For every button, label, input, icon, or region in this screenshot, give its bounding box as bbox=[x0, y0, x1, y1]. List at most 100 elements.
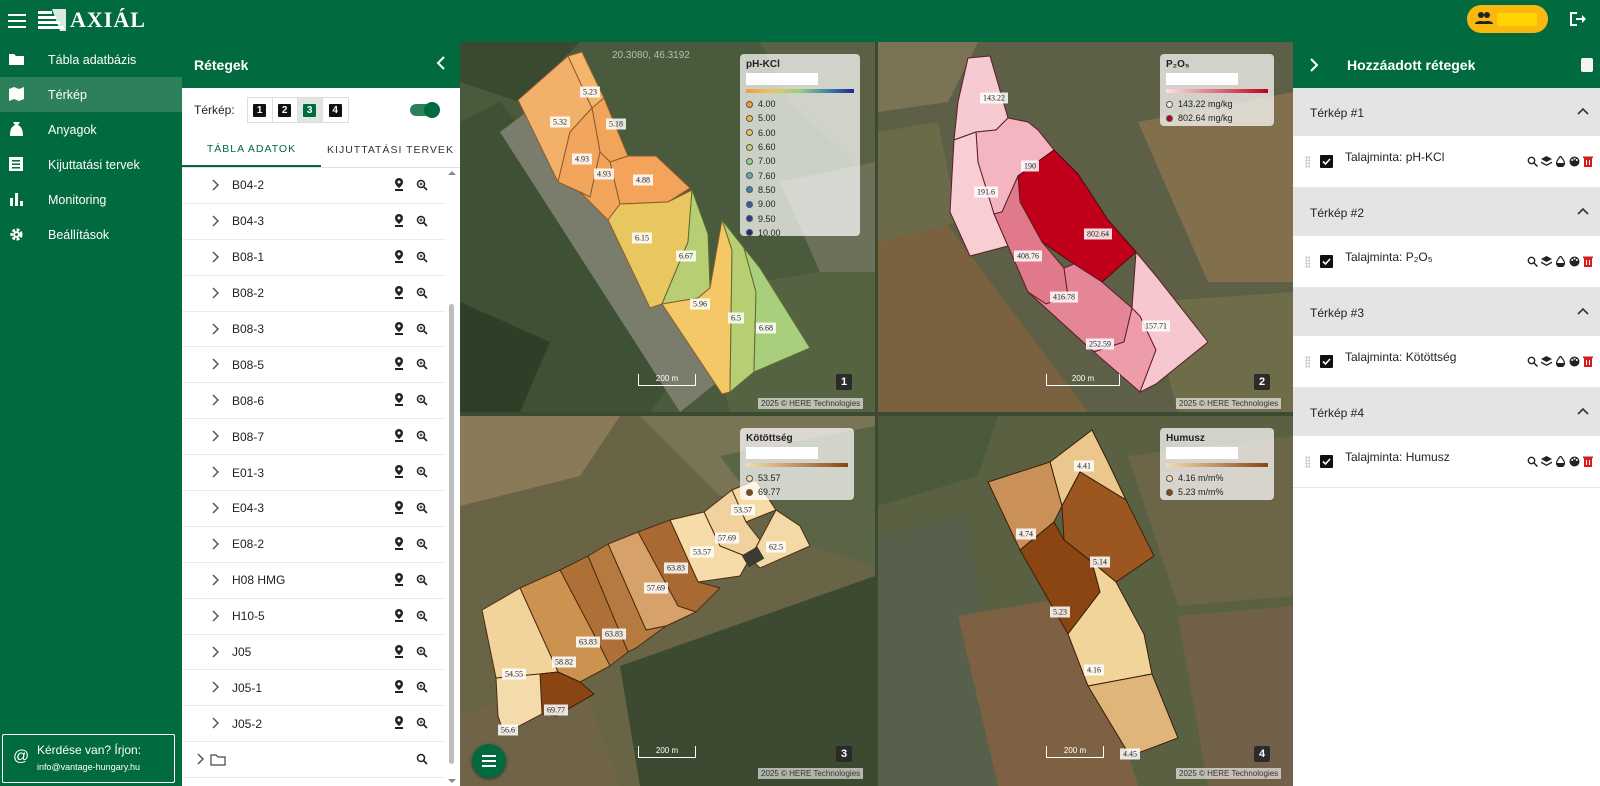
chevron-right-icon[interactable] bbox=[211, 430, 219, 442]
zoom-icon[interactable] bbox=[416, 610, 428, 622]
chevron-right-icon[interactable] bbox=[211, 287, 219, 299]
chevron-right-icon[interactable] bbox=[196, 753, 204, 765]
scrollbar-thumb[interactable] bbox=[449, 304, 454, 764]
palette-icon[interactable] bbox=[1569, 456, 1580, 467]
chevron-left-icon[interactable] bbox=[436, 56, 446, 70]
map-panel-1[interactable]: 20.3080, 46.3192 pH-KCl 4.00 5.00 6.00 6.60… bbox=[460, 42, 875, 412]
chevron-right-icon[interactable] bbox=[211, 179, 219, 191]
location-pin-icon[interactable] bbox=[394, 249, 404, 263]
clear-all-icon[interactable] bbox=[1581, 58, 1593, 72]
plot-row[interactable]: E04-3 bbox=[182, 491, 446, 527]
zoom-icon[interactable] bbox=[1527, 456, 1539, 468]
logout-icon[interactable] bbox=[1568, 10, 1586, 28]
delete-icon[interactable] bbox=[1583, 256, 1594, 267]
sync-toggle[interactable] bbox=[410, 102, 440, 118]
delete-icon[interactable] bbox=[1583, 356, 1594, 367]
palette-icon[interactable] bbox=[1569, 156, 1580, 167]
map-button-1[interactable]: 1 bbox=[248, 98, 273, 122]
location-pin-icon[interactable] bbox=[394, 680, 404, 694]
map-button-2[interactable]: 2 bbox=[273, 98, 298, 122]
palette-icon[interactable] bbox=[1569, 356, 1580, 367]
nav-item-settings[interactable]: Beállítások bbox=[0, 217, 182, 252]
location-pin-icon[interactable] bbox=[394, 572, 404, 586]
map-menu-button[interactable] bbox=[472, 744, 506, 778]
drag-handle-icon[interactable] bbox=[1305, 156, 1310, 168]
delete-icon[interactable] bbox=[1583, 156, 1594, 167]
layers-icon[interactable] bbox=[1541, 256, 1552, 267]
map-panel-3[interactable]: Kötöttség 53.57 69.77 200 m 3 2025 © HERE… bbox=[460, 416, 875, 786]
drag-handle-icon[interactable] bbox=[1305, 356, 1310, 368]
zoom-icon[interactable] bbox=[416, 502, 428, 514]
chevron-right-icon[interactable] bbox=[211, 538, 219, 550]
plot-row[interactable]: B04-3 bbox=[182, 204, 446, 240]
chevron-right-icon[interactable] bbox=[1309, 58, 1319, 72]
plot-row[interactable]: B08-6 bbox=[182, 383, 446, 420]
chevron-right-icon[interactable] bbox=[211, 251, 219, 263]
chevron-right-icon[interactable] bbox=[211, 323, 219, 335]
map-section-header[interactable]: Térkép #2 bbox=[1293, 188, 1600, 236]
tab-application-plans[interactable]: Kijuttatási tervek bbox=[321, 132, 460, 167]
map-section-header[interactable]: Térkép #4 bbox=[1293, 388, 1600, 436]
layer-checkbox[interactable] bbox=[1320, 455, 1333, 468]
plot-row[interactable]: B08-7 bbox=[182, 419, 446, 456]
location-pin-icon[interactable] bbox=[394, 644, 404, 658]
location-pin-icon[interactable] bbox=[394, 501, 404, 515]
location-pin-icon[interactable] bbox=[394, 357, 404, 371]
chevron-right-icon[interactable] bbox=[211, 394, 219, 406]
zoom-icon[interactable] bbox=[416, 287, 428, 299]
chevron-up-icon[interactable] bbox=[1577, 407, 1589, 415]
zoom-icon[interactable] bbox=[416, 215, 428, 227]
location-pin-icon[interactable] bbox=[394, 608, 404, 622]
drag-handle-icon[interactable] bbox=[1305, 256, 1310, 268]
map-panel-2[interactable]: P₂O₅ 143.22 mg/kg 802.64 mg/kg 200 m 2 20… bbox=[878, 42, 1293, 412]
opacity-drop-icon[interactable] bbox=[1555, 455, 1566, 468]
chevron-right-icon[interactable] bbox=[211, 610, 219, 622]
chevron-right-icon[interactable] bbox=[211, 502, 219, 514]
chevron-up-icon[interactable] bbox=[1577, 107, 1589, 115]
location-pin-icon[interactable] bbox=[394, 321, 404, 335]
zoom-icon[interactable] bbox=[416, 179, 428, 191]
plot-row[interactable]: E01-3 bbox=[182, 455, 446, 492]
location-pin-icon[interactable] bbox=[394, 465, 404, 479]
scroll-up-icon[interactable] bbox=[447, 170, 457, 176]
location-pin-icon[interactable] bbox=[394, 536, 404, 550]
zoom-icon[interactable] bbox=[416, 358, 428, 371]
plot-row[interactable]: B04-2 bbox=[182, 168, 446, 204]
map-section-header[interactable]: Térkép #1 bbox=[1293, 88, 1600, 136]
location-pin-icon[interactable] bbox=[394, 716, 404, 730]
zoom-icon[interactable] bbox=[416, 753, 428, 765]
plot-row[interactable]: J05-1 bbox=[182, 670, 446, 707]
opacity-drop-icon[interactable] bbox=[1555, 355, 1566, 368]
chevron-right-icon[interactable] bbox=[211, 646, 219, 658]
map-section-header[interactable]: Térkép #3 bbox=[1293, 288, 1600, 336]
scroll-down-icon[interactable] bbox=[447, 778, 457, 784]
zoom-icon[interactable] bbox=[416, 430, 428, 442]
plot-row[interactable]: E08-2 bbox=[182, 527, 446, 563]
nav-item-materials[interactable]: Anyagok bbox=[0, 112, 182, 147]
layers-icon[interactable] bbox=[1541, 456, 1552, 467]
zoom-icon[interactable] bbox=[416, 681, 428, 694]
help-box[interactable]: @ Kérdése van? Írjon: info@vantage-hunga… bbox=[2, 734, 175, 783]
plot-row[interactable]: B08-5 bbox=[182, 347, 446, 384]
chevron-right-icon[interactable] bbox=[211, 215, 219, 227]
chevron-right-icon[interactable] bbox=[211, 717, 219, 729]
layer-checkbox[interactable] bbox=[1320, 155, 1333, 168]
zoom-icon[interactable] bbox=[416, 717, 428, 729]
chevron-up-icon[interactable] bbox=[1577, 207, 1589, 215]
nav-item-table-database[interactable]: Tábla adatbázis bbox=[0, 42, 182, 77]
hamburger-menu-icon[interactable] bbox=[6, 10, 28, 32]
location-pin-icon[interactable] bbox=[394, 285, 404, 299]
layers-icon[interactable] bbox=[1541, 156, 1552, 167]
plot-row[interactable]: H10-5 bbox=[182, 599, 446, 635]
nav-item-monitoring[interactable]: Monitoring bbox=[0, 182, 182, 217]
palette-icon[interactable] bbox=[1569, 256, 1580, 267]
zoom-icon[interactable] bbox=[416, 251, 428, 263]
chevron-right-icon[interactable] bbox=[211, 358, 219, 370]
zoom-icon[interactable] bbox=[1527, 256, 1539, 268]
nav-item-application-plans[interactable]: Kijuttatási tervek bbox=[0, 147, 182, 182]
zoom-icon[interactable] bbox=[416, 466, 428, 478]
location-pin-icon[interactable] bbox=[394, 178, 404, 191]
map-button-3[interactable]: 3 bbox=[297, 98, 323, 122]
zoom-icon[interactable] bbox=[416, 574, 428, 586]
help-email[interactable]: info@vantage-hungary.hu bbox=[37, 762, 174, 772]
